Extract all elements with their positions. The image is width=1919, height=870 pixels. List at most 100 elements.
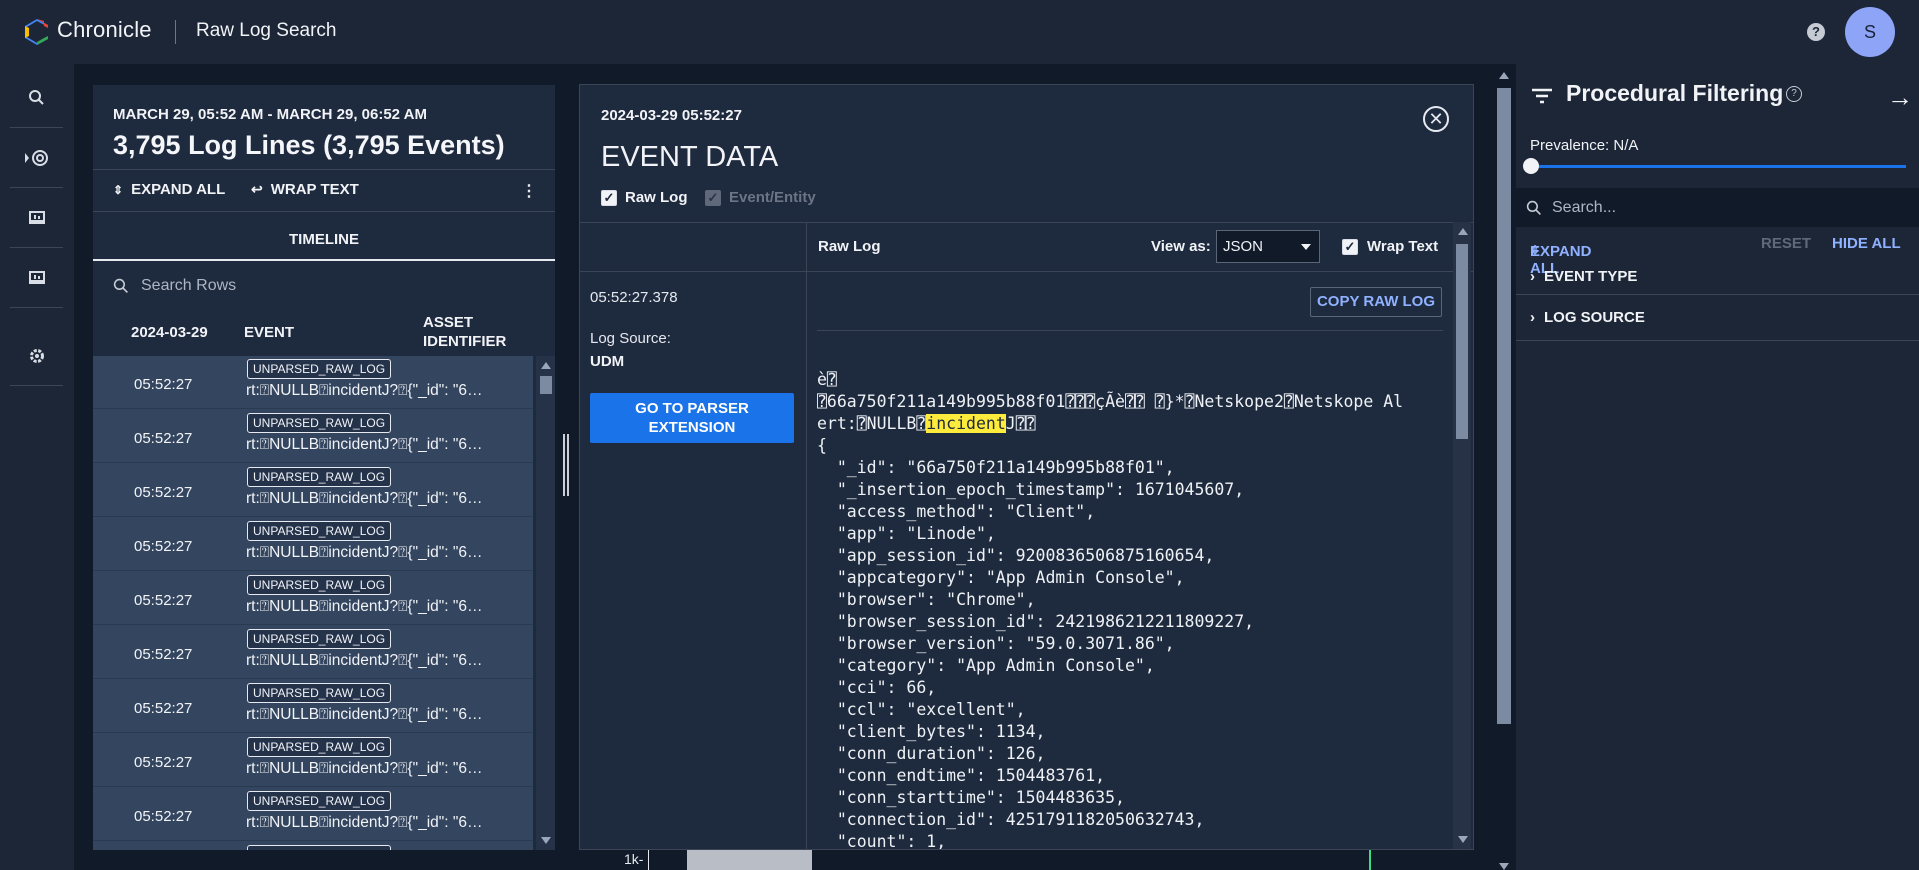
row-event-text: rt:⍰NULLB⍰incidentJ?⍰{"_id": "6… bbox=[246, 706, 483, 723]
expand-all-button[interactable]: ⇕ EXPAND ALL bbox=[113, 181, 225, 198]
raw-log-code[interactable]: è⍰ ⍰66a750f211a149b995b88f01⍰⍰⍰çÃè⍰⍰ ⍰}*⍰… bbox=[817, 369, 1443, 849]
search-rows-input[interactable]: Search Rows bbox=[113, 269, 236, 303]
go-to-parser-extension-button[interactable]: GO TO PARSER EXTENSION bbox=[590, 393, 794, 443]
view-as-value: JSON bbox=[1223, 238, 1264, 255]
hide-all-button[interactable]: HIDE ALL bbox=[1832, 235, 1901, 252]
table-row[interactable]: 05:52:27 UNPARSED_RAW_LOG rt:⍰NULLB⍰incide… bbox=[93, 680, 533, 733]
dashboard-icon[interactable] bbox=[10, 188, 63, 248]
row-event-text: rt:⍰NULLB⍰incidentJ?⍰{"_id": "6… bbox=[246, 652, 483, 669]
chevron-right-icon: › bbox=[1530, 268, 1535, 285]
column-asset-identifier[interactable]: ASSET IDENTIFIER bbox=[423, 313, 523, 351]
table-row[interactable]: 05:52:27 UNPARSED_RAW_LOG rt:⍰NULLB⍰incide… bbox=[93, 356, 533, 409]
table-row[interactable]: 05:52:27 UNPARSED_RAW_LOG rt:⍰NULLB⍰incide… bbox=[93, 734, 533, 787]
scroll-up-icon[interactable] bbox=[1499, 72, 1509, 79]
histogram-marker bbox=[1369, 850, 1371, 870]
event-entity-checkbox-label: Event/Entity bbox=[729, 189, 816, 206]
page-scrollbar[interactable] bbox=[1495, 72, 1513, 870]
chronicle-logo-icon[interactable] bbox=[24, 17, 50, 47]
code-line: "conn_endtime": 1504483761, bbox=[817, 766, 1106, 785]
search-highlight: incident bbox=[926, 414, 1006, 433]
row-event-text: rt:⍰NULLB⍰incidentJ?⍰{"_id": "6… bbox=[246, 436, 483, 453]
code-line: "conn_starttime": 1504483635, bbox=[817, 788, 1125, 807]
filter-search-input[interactable]: Search... bbox=[1516, 188, 1919, 227]
search-icon[interactable] bbox=[10, 68, 63, 128]
section-label: LOG SOURCE bbox=[1544, 309, 1645, 326]
result-count: 3,795 Log Lines (3,795 Events) bbox=[113, 130, 505, 160]
settings-icon[interactable] bbox=[10, 326, 63, 386]
table-row[interactable]: UNPARSED_RAW_LOG bbox=[93, 842, 533, 850]
section-label: EVENT TYPE bbox=[1544, 268, 1638, 285]
code-line: "client_bytes": 1134, bbox=[817, 722, 1046, 741]
row-event-text: rt:⍰NULLB⍰incidentJ?⍰{"_id": "6… bbox=[246, 382, 483, 399]
checkbox-disabled-icon[interactable]: ✓ bbox=[705, 189, 721, 206]
collapse-arrow-icon[interactable]: → bbox=[1887, 82, 1913, 113]
event-type-badge: UNPARSED_RAW_LOG bbox=[247, 467, 392, 487]
table-row[interactable]: 05:52:27 UNPARSED_RAW_LOG rt:⍰NULLB⍰incide… bbox=[93, 518, 533, 571]
code-line: "browser": "Chrome", bbox=[817, 590, 1036, 609]
row-time: 05:52:27 bbox=[134, 700, 193, 717]
divider bbox=[806, 222, 807, 849]
section-event-type[interactable]: › EVENT TYPE bbox=[1516, 259, 1919, 295]
expand-icon: ⇕ bbox=[113, 182, 124, 197]
code-line: "appcategory": "App Admin Console", bbox=[817, 568, 1185, 587]
table-row[interactable]: 05:52:27 UNPARSED_RAW_LOG rt:⍰NULLB⍰incide… bbox=[93, 572, 533, 625]
brand-name[interactable]: Chronicle bbox=[57, 17, 152, 43]
wrap-text-label: WRAP TEXT bbox=[270, 181, 359, 198]
scroll-thumb[interactable] bbox=[1497, 88, 1511, 724]
scroll-down-icon[interactable] bbox=[1458, 836, 1468, 843]
tab-timeline[interactable]: TIMELINE bbox=[93, 222, 555, 261]
row-event-text: rt:⍰NULLB⍰incidentJ?⍰{"_id": "6… bbox=[246, 760, 483, 777]
help-icon[interactable]: ? bbox=[1807, 23, 1825, 41]
detections-icon[interactable] bbox=[10, 128, 63, 188]
panel-resize-handle[interactable] bbox=[563, 434, 569, 496]
divider bbox=[817, 330, 1443, 331]
table-row[interactable]: 05:52:27 UNPARSED_RAW_LOG rt:⍰NULLB⍰incide… bbox=[93, 788, 533, 841]
column-event[interactable]: EVENT bbox=[244, 324, 294, 341]
wrap-text-button[interactable]: ↩ WRAP TEXT bbox=[251, 181, 359, 198]
scroll-thumb[interactable] bbox=[1456, 244, 1468, 439]
event-type-badge: UNPARSED_RAW_LOG bbox=[247, 359, 392, 379]
avatar[interactable]: S bbox=[1845, 7, 1895, 57]
event-entity-checkbox[interactable]: ✓ Event/Entity bbox=[705, 189, 816, 206]
scroll-down-icon[interactable] bbox=[1499, 863, 1509, 870]
reset-button[interactable]: RESET bbox=[1761, 235, 1811, 252]
table-row[interactable]: 05:52:27 UNPARSED_RAW_LOG rt:⍰NULLB⍰incide… bbox=[93, 626, 533, 679]
checkbox-checked-icon[interactable]: ✓ bbox=[1342, 238, 1358, 255]
checkbox-checked-icon[interactable]: ✓ bbox=[601, 189, 617, 206]
table-row[interactable]: 05:52:27 UNPARSED_RAW_LOG rt:⍰NULLB⍰incide… bbox=[93, 464, 533, 517]
event-type-badge: UNPARSED_RAW_LOG bbox=[247, 737, 392, 757]
scroll-thumb[interactable] bbox=[540, 376, 552, 394]
column-date[interactable]: 2024-03-29 bbox=[131, 324, 208, 341]
prevalence-slider-track[interactable] bbox=[1530, 165, 1906, 168]
event-type-badge: UNPARSED_RAW_LOG bbox=[247, 791, 392, 811]
reports-icon[interactable] bbox=[10, 248, 63, 308]
code-line: { bbox=[817, 436, 827, 455]
section-log-source[interactable]: › LOG SOURCE bbox=[1516, 295, 1919, 341]
histogram-bar[interactable] bbox=[687, 850, 812, 870]
row-time: 05:52:27 bbox=[134, 808, 193, 825]
view-as-select[interactable]: JSON bbox=[1216, 230, 1320, 263]
search-icon bbox=[1526, 200, 1541, 215]
code-line: ⍰66a750f211a149b995b88f01⍰⍰⍰çÃè⍰⍰ ⍰}*⍰Ne… bbox=[817, 392, 1404, 411]
event-scrollbar[interactable] bbox=[1453, 222, 1471, 849]
results-scrollbar[interactable] bbox=[536, 356, 555, 850]
prevalence-slider-handle[interactable] bbox=[1523, 158, 1539, 174]
raw-log-checkbox[interactable]: ✓ Raw Log bbox=[601, 189, 688, 206]
more-options-icon[interactable]: ⋮ bbox=[521, 181, 537, 201]
scroll-up-icon[interactable] bbox=[541, 362, 551, 369]
scroll-up-icon[interactable] bbox=[1458, 228, 1468, 235]
row-event-text: rt:⍰NULLB⍰incidentJ?⍰{"_id": "6… bbox=[246, 544, 483, 561]
close-icon[interactable]: ✕ bbox=[1423, 106, 1449, 132]
expand-all-label: EXPAND ALL bbox=[131, 181, 226, 198]
event-type-badge: UNPARSED_RAW_LOG bbox=[247, 575, 392, 595]
copy-raw-log-button[interactable]: COPY RAW LOG bbox=[1310, 287, 1442, 317]
row-time: 05:52:27 bbox=[134, 592, 193, 609]
table-row[interactable]: 05:52:27 UNPARSED_RAW_LOG rt:⍰NULLB⍰incide… bbox=[93, 410, 533, 463]
divider bbox=[580, 271, 1473, 272]
code-line: "category": "App Admin Console", bbox=[817, 656, 1155, 675]
scroll-down-icon[interactable] bbox=[541, 837, 551, 844]
wrap-text-checkbox[interactable]: ✓ Wrap Text bbox=[1342, 238, 1438, 255]
event-data-panel: 2024-03-29 05:52:27 EVENT DATA ✕ ✓ Raw L… bbox=[579, 84, 1474, 850]
info-icon[interactable]: ? bbox=[1786, 86, 1802, 102]
log-source-value: UDM bbox=[590, 353, 625, 370]
